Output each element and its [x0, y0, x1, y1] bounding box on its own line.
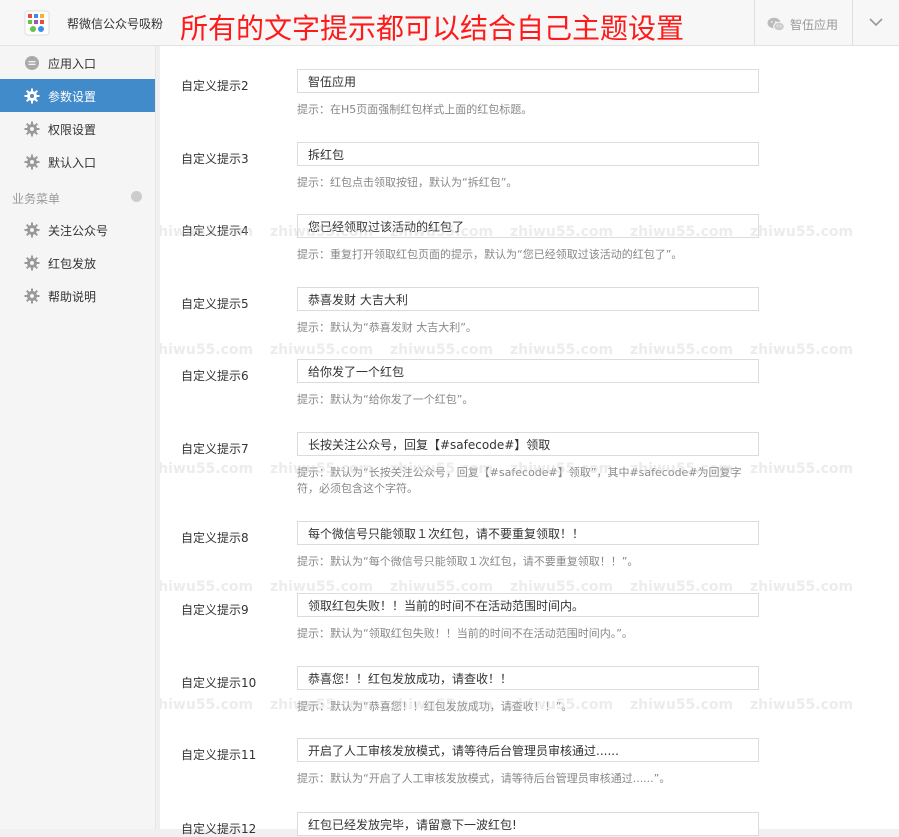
field-hint: 提示：重复打开领取红包页面的提示，默认为“您已经领取过该活动的红包了”。 — [297, 248, 683, 261]
top-bar: 帮微信公众号吸粉 所有的文字提示都可以结合自己主题设置 智伍应用 — [0, 0, 899, 46]
app-title: 帮微信公众号吸粉 — [67, 17, 164, 31]
field-label: 自定义提示7 — [181, 442, 249, 456]
custom-tip-3-input[interactable] — [297, 142, 759, 166]
app-logo-icon — [24, 10, 50, 36]
field-label: 自定义提示8 — [181, 531, 249, 545]
field-label: 自定义提示4 — [181, 224, 249, 238]
sidebar-item-label: 默认入口 — [48, 156, 97, 170]
gear-icon — [24, 154, 40, 170]
field-hint: 提示：默认为“给你发了一个红包”。 — [297, 393, 474, 406]
sidebar-item-label: 应用入口 — [48, 57, 97, 71]
custom-tip-2-input[interactable] — [297, 69, 759, 93]
sidebar-group-title: 业务菜单 — [12, 192, 61, 206]
chevron-down-icon — [869, 18, 883, 27]
custom-tip-9-input[interactable] — [297, 593, 759, 617]
field-label: 自定义提示6 — [181, 369, 249, 383]
top-divider — [754, 0, 755, 45]
sidebar-item-label: 帮助说明 — [48, 290, 97, 304]
sidebar-item-app-entry[interactable]: 应用入口 — [0, 46, 155, 79]
sidebar-item-label: 红包发放 — [48, 257, 97, 271]
chat-bubble-icon — [25, 56, 39, 70]
sidebar-item-default-entry[interactable]: 默认入口 — [0, 145, 155, 178]
gear-icon — [24, 88, 40, 104]
gear-icon — [24, 121, 40, 137]
custom-tip-6-input[interactable] — [297, 359, 759, 383]
sidebar-item-follow-account[interactable]: 关注公众号 — [0, 213, 155, 246]
custom-tip-10-input[interactable] — [297, 666, 759, 690]
settings-form: 自定义提示2 提示：在H5页面强制红包样式上面的红包标题。 自定义提示3 提示：… — [160, 46, 899, 836]
field-hint: 提示：默认为“领取红包失败！！当前的时间不在活动范围时间内。”。 — [297, 627, 633, 640]
field-label: 自定义提示5 — [181, 297, 249, 311]
collapse-toggle-icon[interactable] — [131, 191, 142, 202]
header-dropdown-button[interactable] — [853, 0, 899, 45]
custom-tip-11-input[interactable] — [297, 738, 759, 762]
custom-tip-5-input[interactable] — [297, 287, 759, 311]
custom-tip-4-input[interactable] — [297, 214, 759, 238]
field-hint: 提示：默认为“恭喜发财 大吉大利”。 — [297, 321, 477, 334]
sidebar-item-red-packet[interactable]: 红包发放 — [0, 246, 155, 279]
custom-tip-8-input[interactable] — [297, 521, 759, 545]
field-hint: 提示：默认为“长按关注公众号，回复【#safecode#】领取”，其中#safe… — [297, 466, 742, 495]
custom-tip-12-input[interactable] — [297, 812, 759, 836]
field-hint: 提示：默认为“开启了人工审核发放模式，请等待后台管理员审核通过......”。 — [297, 772, 671, 785]
gear-icon — [24, 255, 40, 271]
sidebar-item-help[interactable]: 帮助说明 — [0, 279, 155, 312]
sidebar-item-label: 权限设置 — [48, 123, 97, 137]
field-label: 自定义提示2 — [181, 79, 249, 93]
gear-icon — [24, 222, 40, 238]
field-hint: 提示：默认为“每个微信号只能领取１次红包，请不要重复领取！！”。 — [297, 555, 639, 568]
sidebar: 应用入口 参数设置 权限设置 默认入口 业务菜单 关注公众号 红包发放 帮助说明 — [0, 46, 156, 829]
promo-banner-text: 所有的文字提示都可以结合自己主题设置 — [180, 12, 685, 45]
field-label: 自定义提示11 — [181, 748, 257, 762]
field-label: 自定义提示3 — [181, 152, 249, 166]
field-hint: 提示：红包点击领取按钮，默认为“拆红包”。 — [297, 176, 518, 189]
gear-icon — [24, 288, 40, 304]
account-name: 智伍应用 — [790, 18, 839, 32]
field-label: 自定义提示9 — [181, 603, 249, 617]
account-menu[interactable]: 智伍应用 — [767, 16, 838, 33]
custom-tip-7-input[interactable] — [297, 432, 759, 456]
sidebar-item-label: 关注公众号 — [48, 224, 109, 238]
wechat-icon — [767, 17, 785, 32]
sidebar-item-param-settings[interactable]: 参数设置 — [0, 79, 155, 112]
field-hint: 提示：在H5页面强制红包样式上面的红包标题。 — [297, 103, 533, 116]
sidebar-item-label: 参数设置 — [48, 90, 97, 104]
field-hint: 提示：默认为“恭喜您！！红包发放成功，请查收！！”。 — [297, 700, 573, 713]
sidebar-item-permission-settings[interactable]: 权限设置 — [0, 112, 155, 145]
field-label: 自定义提示10 — [181, 676, 257, 690]
